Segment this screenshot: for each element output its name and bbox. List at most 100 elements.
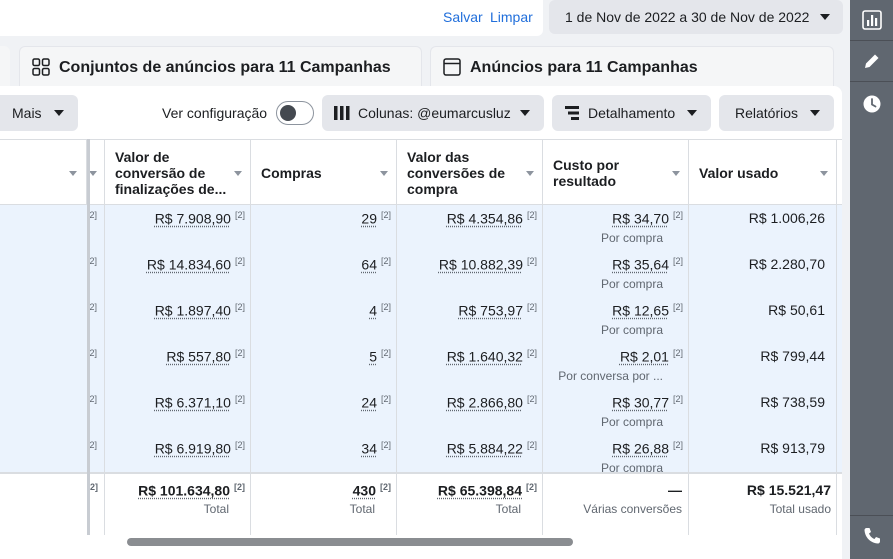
header-line: Valor de [115, 149, 170, 165]
header-line: Custo por [553, 157, 620, 173]
reports-label: Relatórios [735, 105, 799, 121]
chevron-down-icon [810, 110, 820, 116]
header-line: conversão de [115, 165, 206, 181]
header-line: Valor usado [699, 165, 779, 181]
date-range-picker[interactable]: 1 de Nov de 2022 a 30 de Nov de 2022 [549, 0, 843, 34]
column-header-amount-spent[interactable]: Valor usado [689, 140, 837, 205]
sort-icon [526, 171, 534, 176]
columns-label: Colunas: @eumarcusluz [358, 105, 511, 121]
cost-per-result-cell[interactable]: R$ 30,77 [2] [612, 394, 683, 411]
column-divider [836, 472, 837, 535]
total-purchases[interactable]: 430 [2] [353, 482, 391, 499]
total-spent-label: Total usado [769, 502, 831, 516]
amount-spent-cell: R$ 913,79 [760, 440, 825, 456]
more-button[interactable]: Mais [0, 95, 78, 131]
reports-button[interactable]: Relatórios [719, 95, 834, 131]
header-line: compra [407, 181, 458, 197]
total-purchase-value-label: Total [495, 502, 521, 516]
cost-type-label: Por compra [600, 277, 663, 291]
purchases-cell[interactable]: 34 [2] [361, 440, 391, 457]
call-button[interactable] [850, 516, 893, 556]
edit-button[interactable] [850, 41, 893, 81]
columns-button[interactable]: Colunas: @eumarcusluz [322, 95, 544, 131]
chevron-down-icon [687, 110, 697, 116]
toggle-knob [280, 105, 296, 121]
sort-icon [89, 171, 97, 176]
column-divider [688, 205, 689, 472]
scrollbar-thumb[interactable] [127, 538, 573, 546]
column-divider [104, 472, 105, 535]
checkout-value-cell[interactable]: R$ 14.834,60 [2] [147, 256, 245, 273]
column-header-hidden[interactable] [0, 140, 87, 205]
ad-icon [443, 58, 461, 76]
cost-type-label: Por compra [600, 323, 663, 337]
breakdown-label: Detalhamento [588, 105, 676, 121]
purchases-cell[interactable]: 5 [2] [369, 348, 391, 365]
chevron-down-icon [54, 110, 64, 116]
clear-link[interactable]: Limpar [490, 9, 533, 25]
purchases-cell[interactable]: 4 [2] [369, 302, 391, 319]
tab-ads-label: Anúncios para 11 Campanhas [470, 59, 698, 76]
table-totals-row [0, 472, 842, 535]
breakdown-button[interactable]: Detalhamento [552, 95, 711, 131]
header-line: conversões de [407, 165, 506, 181]
total-checkout-label: Total [203, 502, 229, 516]
column-divider [542, 472, 543, 535]
cost-type-label: Por compra [600, 231, 663, 245]
cost-per-result-cell[interactable]: R$ 34,70 [2] [612, 210, 683, 227]
tab-campaigns-stub[interactable] [0, 46, 10, 90]
save-link[interactable]: Salvar [443, 9, 483, 25]
column-divider [542, 205, 543, 472]
column-divider [250, 472, 251, 535]
checkout-value-cell[interactable]: R$ 6.919,80 [2] [155, 440, 245, 457]
purchase-value-cell[interactable]: R$ 4.354,86 [2] [447, 210, 537, 227]
tab-ad-sets[interactable]: Conjuntos de anúncios para 11 Campanhas [19, 46, 422, 90]
checkout-value-cell[interactable]: R$ 6.371,10 [2] [155, 394, 245, 411]
date-range-label: 1 de Nov de 2022 a 30 de Nov de 2022 [565, 9, 810, 25]
purchase-value-cell[interactable]: R$ 10.882,39 [2] [439, 256, 537, 273]
column-divider [396, 472, 397, 535]
charts-button[interactable] [850, 0, 893, 40]
purchase-value-cell[interactable]: R$ 1.640,32 [2] [447, 348, 537, 365]
purchase-value-cell[interactable]: R$ 5.884,22 [2] [447, 440, 537, 457]
table-body [0, 205, 842, 472]
checkout-value-cell[interactable]: R$ 7.908,90 [2] [155, 210, 245, 227]
cost-type-label: Por conversa por ... [558, 369, 663, 383]
purchases-cell[interactable]: 24 [2] [361, 394, 391, 411]
purchases-cell[interactable]: 29 [2] [361, 210, 391, 227]
column-header-purchases[interactable]: Compras [251, 140, 397, 205]
purchase-value-cell[interactable]: R$ 2.866,80 [2] [447, 394, 537, 411]
amount-spent-cell: R$ 50,61 [768, 302, 825, 318]
column-divider [396, 205, 397, 472]
purchase-value-cell[interactable]: R$ 753,97 [2] [458, 302, 537, 319]
checkout-value-cell[interactable]: R$ 557,80 [2] [166, 348, 245, 365]
total-purchase-value[interactable]: R$ 65.398,84 [2] [438, 482, 537, 499]
cost-per-result-cell[interactable]: R$ 2,01 [2] [620, 348, 683, 365]
frozen-column-edge [87, 139, 90, 535]
total-checkout-value[interactable]: R$ 101.634,80 [2] [138, 482, 245, 499]
view-config-toggle[interactable] [276, 101, 314, 125]
columns-icon [334, 106, 350, 120]
amount-spent-cell: R$ 2.280,70 [748, 256, 825, 272]
cost-per-result-cell[interactable]: R$ 26,88 [2] [612, 440, 683, 457]
sort-icon [380, 171, 388, 176]
more-label: Mais [12, 105, 42, 121]
sort-icon [69, 171, 77, 176]
column-header-purchase-value[interactable]: Valor das conversões de compra [397, 140, 543, 205]
column-divider [688, 472, 689, 535]
purchases-cell[interactable]: 64 [2] [361, 256, 391, 273]
clock-icon [863, 95, 881, 113]
column-header-cost-per-result[interactable]: Custo por resultado [543, 140, 689, 205]
sort-icon [234, 171, 242, 176]
column-header-checkout-value[interactable]: Valor de conversão de finalizações de... [105, 140, 251, 205]
checkout-value-cell[interactable]: R$ 1.897,40 [2] [155, 302, 245, 319]
column-header-partial[interactable] [89, 140, 105, 205]
cost-per-result-cell[interactable]: R$ 35,64 [2] [612, 256, 683, 273]
column-divider [250, 205, 251, 472]
history-button[interactable] [850, 84, 893, 124]
tab-ads[interactable]: Anúncios para 11 Campanhas [430, 46, 834, 90]
total-spent: R$ 15.521,47 [746, 482, 831, 498]
cost-per-result-cell[interactable]: R$ 12,65 [2] [612, 302, 683, 319]
amount-spent-cell: R$ 799,44 [760, 348, 825, 364]
grid-icon [32, 58, 50, 76]
